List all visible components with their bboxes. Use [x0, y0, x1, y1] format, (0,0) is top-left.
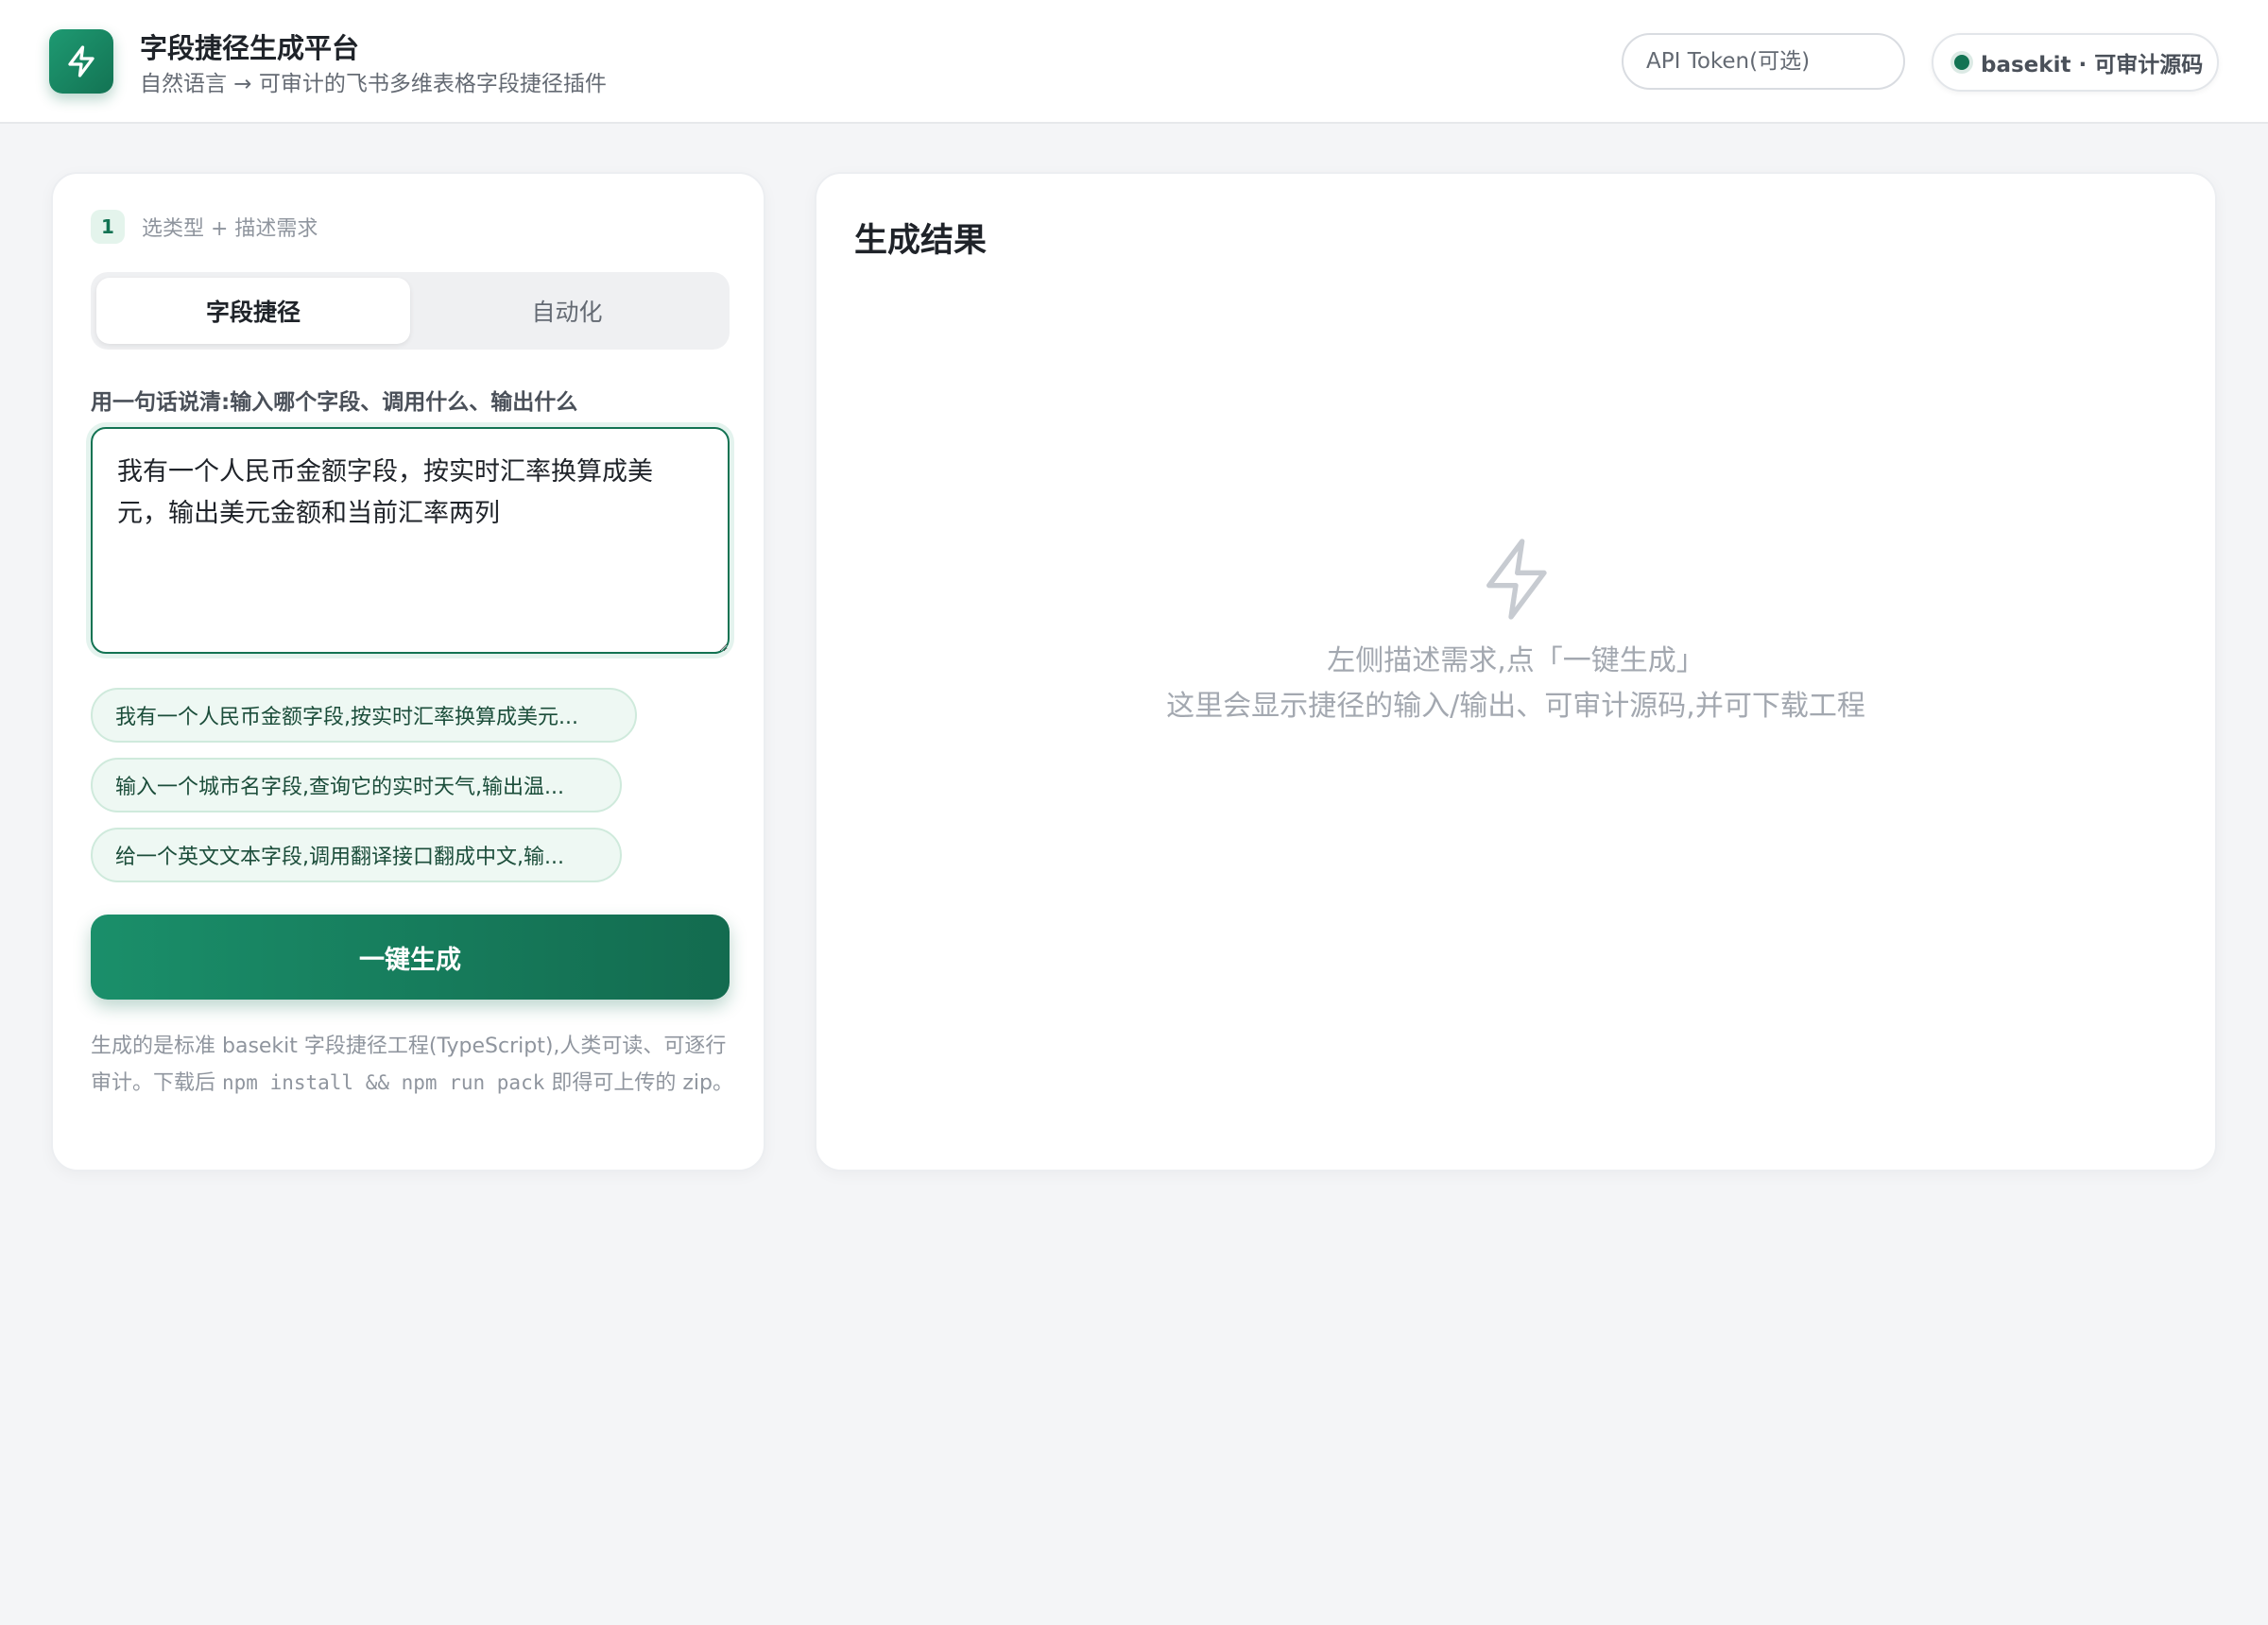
source-badge[interactable]: basekit · 可审计源码 [1932, 33, 2219, 92]
example-chip-translate[interactable]: 给一个英文文本字段,调用翻译接口翻成中文,输... [91, 828, 622, 882]
example-chip-weather[interactable]: 输入一个城市名字段,查询它的实时天气,输出温... [91, 758, 622, 812]
step-number-badge: 1 [91, 210, 125, 244]
empty-hint-line-2: 这里会显示捷径的输入/输出、可审计源码,并可下载工程 [1166, 690, 1865, 723]
app-subtitle: 自然语言 → 可审计的飞书多维表格字段捷径插件 [140, 72, 607, 96]
generate-button[interactable]: 一键生成 [91, 915, 730, 1000]
lightning-icon [68, 45, 94, 77]
result-panel: 生成结果 左侧描述需求,点「一键生成」 这里会显示捷径的输入/输出、可审计源码,… [815, 172, 2217, 1172]
empty-state: 左侧描述需求,点「一键生成」 这里会显示捷径的输入/输出、可审计源码,并可下载工… [816, 537, 2215, 729]
footnote: 生成的是标准 basekit 字段捷径工程(TypeScript),人类可读、可… [91, 1028, 733, 1102]
footnote-command: npm install && npm run pack [222, 1071, 545, 1094]
source-badge-label: basekit · 可审计源码 [1981, 53, 2204, 77]
app-logo [49, 29, 113, 94]
tab-field-shortcut[interactable]: 字段捷径 [96, 278, 410, 344]
result-title: 生成结果 [854, 222, 988, 260]
footnote-text-end: 即得可上传的 zip。 [544, 1071, 733, 1095]
status-dot [1954, 55, 1969, 70]
example-chip-currency[interactable]: 我有一个人民币金额字段,按实时汇率换算成美元... [91, 688, 637, 743]
step-label: 选类型 + 描述需求 [142, 217, 318, 241]
empty-hint-line-1: 左侧描述需求,点「一键生成」 [1327, 644, 1705, 677]
lightning-outline-icon [1486, 539, 1547, 620]
api-token-input[interactable] [1622, 33, 1905, 90]
description-label: 用一句话说清:输入哪个字段、调用什么、输出什么 [91, 390, 578, 415]
description-textarea[interactable]: 我有一个人民币金额字段，按实时汇率换算成美元，输出美元金额和当前汇率两列 [91, 427, 730, 654]
top-header: 字段捷径生成平台 自然语言 → 可审计的飞书多维表格字段捷径插件 basekit… [0, 0, 2268, 124]
tab-automation[interactable]: 自动化 [410, 278, 724, 344]
step-header: 1 选类型 + 描述需求 [91, 210, 318, 244]
type-tabs: 字段捷径 自动化 [91, 272, 730, 350]
app-title: 字段捷径生成平台 [140, 32, 360, 64]
input-panel: 1 选类型 + 描述需求 字段捷径 自动化 用一句话说清:输入哪个字段、调用什么… [51, 172, 765, 1172]
